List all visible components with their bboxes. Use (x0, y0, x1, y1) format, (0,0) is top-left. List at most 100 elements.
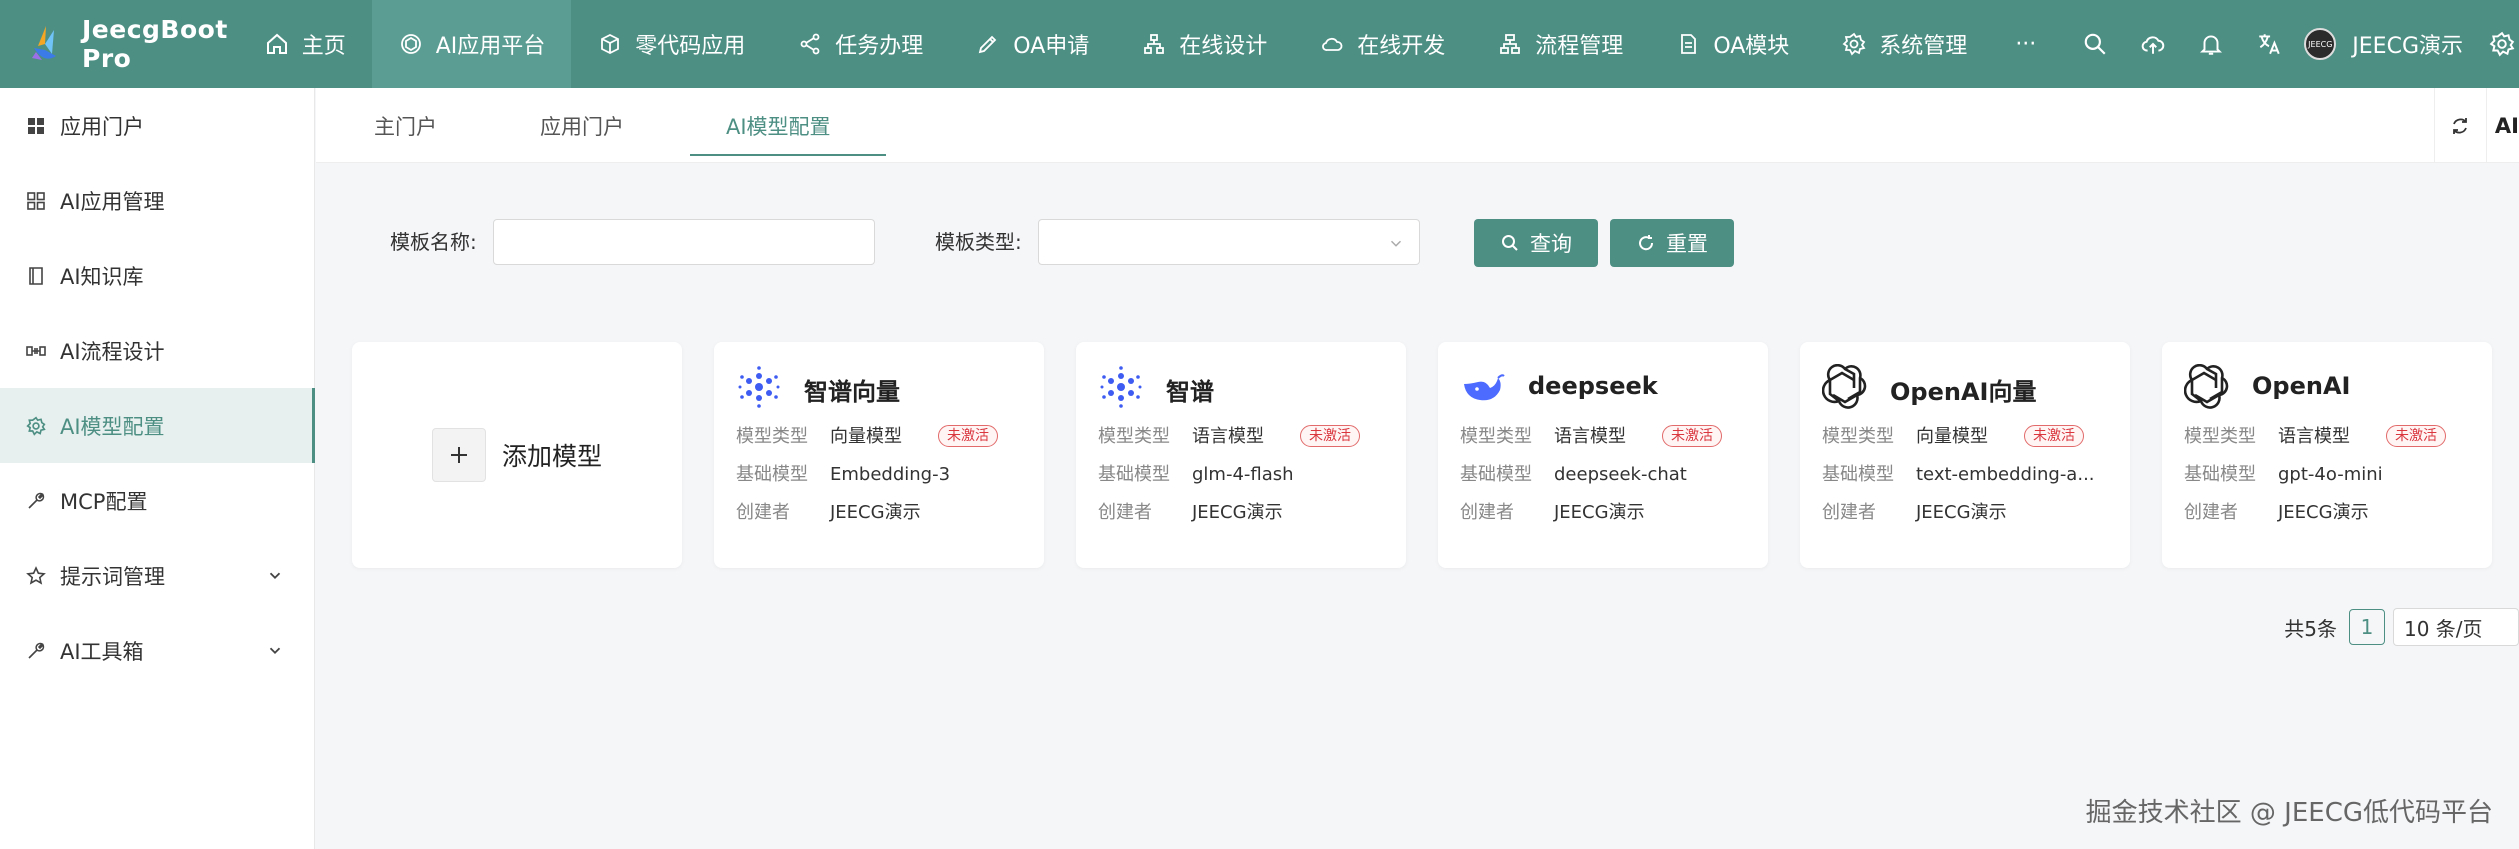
star-icon (26, 565, 46, 586)
language-button[interactable] (2240, 0, 2298, 88)
sidebar-item-ai-app-manage[interactable]: AI应用管理 (0, 163, 314, 238)
template-name-input[interactable] (493, 219, 875, 265)
home-icon (264, 31, 290, 57)
sitemap-icon (1141, 31, 1167, 57)
sidebar-item-label: 应用门户 (60, 114, 144, 139)
nav-home[interactable]: 主页 (238, 0, 372, 88)
model-card[interactable]: deepseek 模型类型 语言模型 未激活 基础模型 deepseek-chat … (1438, 342, 1768, 568)
nav-label: AI应用平台 (435, 34, 546, 59)
tabs-bar: 主门户 应用门户 AI模型配置 AI (316, 88, 2519, 163)
pagination: 共5条 1 10 条/页 (2284, 607, 2519, 647)
search-icon (2085, 33, 2106, 55)
share-icon (797, 31, 823, 57)
model-card[interactable]: OpenAI 模型类型 语言模型 未激活 基础模型 gpt-4o-mini 创建者 J… (2162, 342, 2492, 568)
main-content: 模板名称: 模板类型: 查询 重置 添加模型 智谱向量 模型类型 向量模型 未激… (316, 164, 2519, 849)
chevron-down-icon (1390, 240, 1402, 247)
nav-oa-apply[interactable]: OA申请 (949, 0, 1115, 88)
reload-icon (1639, 235, 1654, 251)
nav-zero-code[interactable]: 零代码应用 (571, 0, 771, 88)
model-title: OpenAI向量 (1890, 378, 2037, 406)
template-name-label: 模板名称: (390, 230, 477, 254)
translate-icon (2259, 34, 2280, 55)
app-title: JeecgBoot Pro (82, 15, 228, 73)
sidebar-item-ai-model-config[interactable]: AI模型配置 (0, 388, 315, 463)
wrench-icon (26, 491, 46, 511)
sidebar-item-label: AI模型配置 (60, 414, 165, 439)
pagination-page-1[interactable]: 1 (2349, 609, 2385, 645)
nav-label: OA模块 (1713, 34, 1790, 59)
gear-icon (1841, 31, 1867, 57)
top-header: JeecgBoot Pro 主页 AI应用平台 零代码应用 任务办理 OA申请 … (0, 0, 2519, 88)
query-button[interactable]: 查询 (1474, 219, 1598, 267)
avatar: JEECG (2304, 28, 2337, 60)
flow-design-icon (26, 341, 46, 361)
nav-label: 零代码应用 (635, 34, 746, 59)
refresh-icon (2453, 117, 2468, 134)
model-card[interactable]: OpenAI向量 模型类型 向量模型 未激活 基础模型 text-embedding… (1800, 342, 2130, 568)
bell-icon (2200, 35, 2223, 55)
tab-app-portal[interactable]: 应用门户 (540, 88, 624, 163)
template-type-select[interactable] (1038, 219, 1420, 265)
tab-main-portal[interactable]: 主门户 (374, 88, 437, 163)
watermark: 掘金技术社区 @ JEECG低代码平台 (2085, 798, 2493, 828)
sidebar-item-mcp-config[interactable]: MCP配置 (0, 463, 314, 538)
nav-more-button[interactable]: ··· (1993, 32, 2058, 57)
notification-button[interactable] (2182, 0, 2240, 88)
nav-label: 在线开发 (1357, 34, 1446, 59)
sidebar-item-ai-flow-design[interactable]: AI流程设计 (0, 313, 314, 388)
refresh-tab-button[interactable] (2435, 88, 2487, 163)
nav-online-dev[interactable]: 在线开发 (1293, 0, 1471, 88)
nav-online-design[interactable]: 在线设计 (1115, 0, 1293, 88)
zhipu-logo-icon (738, 366, 780, 408)
grid-icon (26, 191, 46, 211)
nav-ai-platform[interactable]: AI应用平台 (371, 0, 572, 88)
document-icon (1675, 31, 1701, 57)
openai-logo-icon (1822, 364, 1867, 409)
sidebar-item-app-portal[interactable]: 应用门户 (0, 88, 314, 163)
add-model-label: 添加模型 (501, 442, 602, 471)
gear-icon (2489, 31, 2515, 57)
reset-button[interactable]: 重置 (1610, 219, 1734, 267)
top-nav: 主页 AI应用平台 零代码应用 任务办理 OA申请 在线设计 在线开发 流程管理… (238, 0, 2059, 88)
status-badge: 未激活 (2024, 425, 2084, 447)
user-menu[interactable]: JEECG JEECG演示 (2298, 0, 2463, 88)
status-badge: 未激活 (2386, 425, 2446, 447)
status-badge: 未激活 (1300, 425, 1360, 447)
sidebar-item-ai-toolbox[interactable]: AI工具箱 (0, 613, 314, 688)
user-name: JEECG演示 (2352, 34, 2463, 59)
model-card[interactable]: 智谱向量 模型类型 向量模型 未激活 基础模型 Embedding-3 创建者 JEE… (714, 342, 1044, 568)
search-form: 模板名称: 模板类型: 查询 重置 (316, 219, 2519, 269)
search-icon (1502, 235, 1518, 251)
app-logo[interactable]: JeecgBoot Pro (0, 0, 238, 88)
nav-flow-manage[interactable]: 流程管理 (1471, 0, 1649, 88)
cloud-upload-icon (2142, 36, 2165, 54)
search-button[interactable] (2066, 0, 2124, 88)
chevron-down-icon (269, 647, 281, 654)
add-model-card[interactable]: 添加模型 (352, 342, 682, 568)
header-tools: JEECG JEECG演示 (2066, 0, 2519, 88)
sidebar-item-ai-knowledge[interactable]: AI知识库 (0, 238, 314, 313)
nav-tasks[interactable]: 任务办理 (771, 0, 949, 88)
sidebar-item-label: AI流程设计 (60, 339, 165, 364)
status-badge: 未激活 (1662, 425, 1722, 447)
sidebar-item-label: 提示词管理 (60, 564, 165, 589)
settings-button[interactable] (2489, 0, 2519, 88)
model-card[interactable]: 智谱 模型类型 语言模型 未激活 基础模型 glm-4-flash 创建者 JEECG… (1076, 342, 1406, 568)
nav-oa-module[interactable]: OA模块 (1649, 0, 1815, 88)
nav-system[interactable]: 系统管理 (1815, 0, 1993, 88)
jeecg-logo-icon (28, 24, 62, 64)
model-title: 智谱 (1166, 378, 1214, 406)
nav-label: OA申请 (1013, 34, 1090, 59)
tab-tools-label[interactable]: AI (2487, 114, 2519, 138)
page-size-select[interactable]: 10 条/页 (2393, 608, 2519, 646)
sidebar-item-label: AI应用管理 (60, 189, 165, 214)
tab-ai-model-config[interactable]: AI模型配置 (726, 88, 831, 163)
sidebar-item-label: AI知识库 (60, 264, 144, 289)
sidebar-item-prompt-manage[interactable]: 提示词管理 (0, 538, 314, 613)
flow-icon (1497, 31, 1523, 57)
nav-label: 主页 (301, 34, 346, 59)
chevron-down-icon (269, 572, 281, 579)
model-title: 智谱向量 (804, 378, 900, 406)
nav-label: 任务办理 (835, 34, 924, 59)
upload-button[interactable] (2124, 0, 2182, 88)
